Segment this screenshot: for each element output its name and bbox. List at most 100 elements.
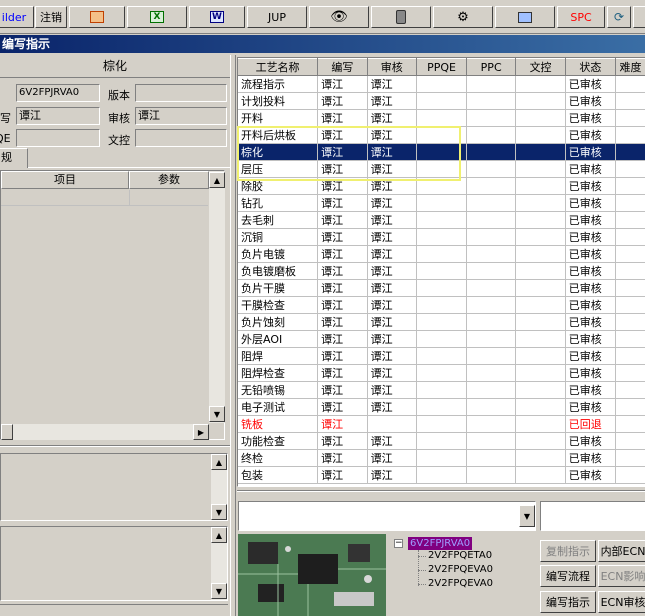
network-button[interactable]: ⚙ [433, 6, 493, 28]
table-row[interactable]: 铣板 谭江 已回退 [238, 415, 645, 433]
logout-label: 注销 [40, 11, 62, 24]
scroll-down-icon[interactable]: ▼ [211, 583, 227, 599]
writer-field[interactable]: 谭江 [16, 107, 100, 125]
cell-status: 已审核 [565, 466, 617, 484]
word-button[interactable]: W [189, 6, 245, 28]
table-row[interactable]: 负片蚀刻 谭江 谭江 已审核 [238, 313, 645, 331]
table-row[interactable]: 外层AOI 谭江 谭江 已审核 [238, 330, 645, 348]
table-row[interactable]: 开料 谭江 谭江 已审核 [238, 109, 645, 127]
jup-button[interactable]: JUP [247, 6, 307, 28]
doc-field[interactable] [135, 129, 227, 147]
internal-ecn-button[interactable]: 内部ECN [598, 540, 645, 562]
tree-child[interactable]: 2V2FPQEVA0 [428, 578, 493, 589]
splitter[interactable] [230, 55, 236, 616]
column-header[interactable]: 编写 [317, 58, 368, 76]
cell-status: 已审核 [565, 92, 617, 110]
memo1-vscroll[interactable]: ▲ ▼ [211, 454, 227, 520]
table-row[interactable]: 流程指示 谭江 谭江 已审核 [238, 75, 645, 93]
param-col-item[interactable]: 项目 [1, 171, 129, 189]
builder-button[interactable]: ilder [0, 6, 34, 28]
table-row[interactable]: 包装 谭江 谭江 已审核 [238, 466, 645, 484]
scroll-right-icon[interactable]: ▶ [193, 424, 209, 440]
column-header[interactable]: 文控 [515, 58, 566, 76]
param-hscroll[interactable]: ▶ [1, 424, 209, 440]
table-row[interactable]: 阻焊检查 谭江 谭江 已审核 [238, 364, 645, 382]
cell-empty [615, 296, 645, 314]
cell-empty [615, 194, 645, 212]
cell-auditor: 谭江 [367, 364, 418, 382]
scroll-up-icon[interactable]: ▲ [209, 172, 225, 188]
logout-button[interactable]: 注销 [35, 6, 67, 28]
table-row[interactable]: 负电镀磨板 谭江 谭江 已审核 [238, 262, 645, 280]
scroll-down-icon[interactable]: ▼ [211, 504, 227, 520]
table-row[interactable]: 计划投料 谭江 谭江 已审核 [238, 92, 645, 110]
edit-instructions-button[interactable]: 编写指示 [540, 591, 596, 613]
tree-child[interactable]: 2V2FPQETA0 [428, 550, 492, 561]
word-icon: W [210, 11, 224, 23]
table-row[interactable]: 开料后烘板 谭江 谭江 已审核 [238, 126, 645, 144]
table-row[interactable]: 除胶 谭江 谭江 已审核 [238, 177, 645, 195]
cell-auditor: 谭江 [367, 398, 418, 416]
column-header[interactable]: 状态 [565, 58, 617, 76]
ecn-audit-button[interactable]: ECN审核 [598, 591, 645, 613]
tree-root[interactable]: 6V2FPJRVA0 [408, 537, 473, 550]
table-row[interactable]: 干膜检查 谭江 谭江 已审核 [238, 296, 645, 314]
column-header[interactable]: 审核 [367, 58, 418, 76]
table-row[interactable]: 阻焊 谭江 谭江 已审核 [238, 347, 645, 365]
memo2-vscroll[interactable]: ▲ ▼ [211, 527, 227, 600]
table-row[interactable]: 棕化 谭江 谭江 已审核 [238, 143, 645, 161]
column-header[interactable]: PPQE [416, 58, 467, 76]
memo-box-3[interactable]: ▼ [238, 501, 536, 531]
param-col-param[interactable]: 参数 [129, 171, 209, 189]
database-button[interactable] [371, 6, 431, 28]
audit-field[interactable]: 谭江 [135, 107, 227, 125]
cell-empty [515, 143, 566, 161]
eye-button[interactable]: 👁 [309, 6, 369, 28]
ppt-button[interactable] [69, 6, 125, 28]
collapse-icon[interactable]: − [394, 539, 403, 548]
writer-label: 写 [0, 112, 11, 125]
spc-button[interactable]: SPC [557, 6, 605, 28]
cell-empty [515, 75, 566, 93]
table-row[interactable]: 去毛刺 谭江 谭江 已审核 [238, 211, 645, 229]
memo-box-1[interactable]: ▲ ▼ [0, 453, 228, 521]
table-row[interactable]: 终检 谭江 谭江 已审核 [238, 449, 645, 467]
excel-button[interactable]: X [127, 6, 187, 28]
more-button[interactable] [633, 6, 645, 28]
scroll-up-icon[interactable]: ▲ [211, 454, 227, 470]
edit-flow-button[interactable]: 编写流程 [540, 565, 596, 587]
column-header[interactable]: 难度 [615, 58, 645, 76]
copy-instructions-button[interactable]: 复制指示 [540, 540, 596, 562]
cell-name: 包装 [238, 466, 319, 484]
table-row[interactable]: 钻孔 谭江 谭江 已审核 [238, 194, 645, 212]
table-row[interactable]: 沉铜 谭江 谭江 已审核 [238, 228, 645, 246]
scroll-up-icon[interactable]: ▲ [211, 527, 227, 543]
cell-empty [466, 347, 517, 365]
code-field[interactable]: 6V2FPJRVA0 [16, 84, 100, 102]
memo-box-2[interactable]: ▲ ▼ [0, 526, 228, 601]
table-row[interactable]: 负片干膜 谭江 谭江 已审核 [238, 279, 645, 297]
tab-spec-label: 规 [1, 151, 12, 164]
scroll-down-icon[interactable]: ▼ [209, 406, 225, 422]
computer-button[interactable] [495, 6, 555, 28]
column-header[interactable]: PPC [466, 58, 517, 76]
memo-box-4[interactable] [540, 501, 645, 531]
column-header[interactable]: 工艺名称 [238, 58, 319, 76]
tree-child[interactable]: 2V2FPQEVA0 [428, 564, 493, 575]
refresh-button[interactable]: ⟳ [607, 6, 631, 28]
table-row[interactable]: 无铅喷锡 谭江 谭江 已审核 [238, 381, 645, 399]
cell-empty [466, 194, 517, 212]
cell-auditor: 谭江 [367, 347, 418, 365]
param-vscroll[interactable]: ▲ ▼ [209, 171, 225, 423]
table-row[interactable]: 层压 谭江 谭江 已审核 [238, 160, 645, 178]
version-field[interactable] [135, 84, 227, 102]
table-row[interactable]: 电子测试 谭江 谭江 已审核 [238, 398, 645, 416]
scroll-left-icon[interactable] [1, 424, 13, 440]
cell-empty [615, 381, 645, 399]
qe-field[interactable] [16, 129, 100, 147]
tab-spec[interactable]: 规 [0, 148, 28, 168]
table-row[interactable]: 负片电镀 谭江 谭江 已审核 [238, 245, 645, 263]
ecn-impact-button[interactable]: ECN影响 [598, 565, 645, 587]
dropdown-icon[interactable]: ▼ [519, 505, 535, 527]
table-row[interactable]: 功能检查 谭江 谭江 已审核 [238, 432, 645, 450]
